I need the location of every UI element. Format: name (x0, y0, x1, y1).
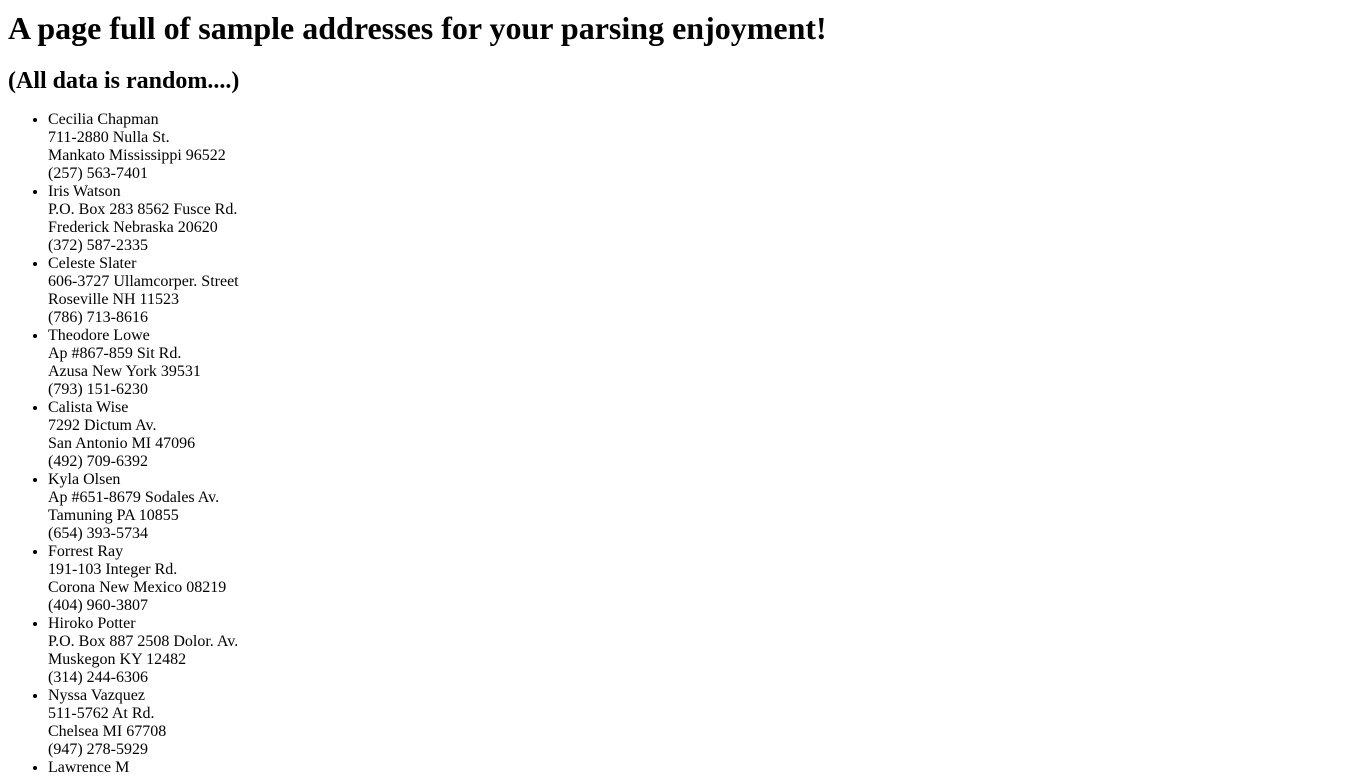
address-city-line: Tamuning PA 10855 (48, 507, 179, 524)
address-phone: (786) 713-8616 (48, 309, 148, 326)
address-phone: (654) 393-5734 (48, 525, 148, 542)
address-list: Cecilia Chapman 711-2880 Nulla St. Manka… (8, 111, 1358, 777)
address-item: Lawrence M (48, 759, 1358, 777)
address-phone: (314) 244-6306 (48, 669, 148, 686)
address-item: Kyla Olsen Ap #651-8679 Sodales Av. Tamu… (48, 471, 1358, 543)
address-street: P.O. Box 283 8562 Fusce Rd. (48, 201, 238, 218)
address-phone: (947) 278-5929 (48, 741, 148, 758)
address-street: Ap #867-859 Sit Rd. (48, 345, 182, 362)
address-city-line: Corona New Mexico 08219 (48, 579, 227, 596)
page-subtitle: (All data is random....) (8, 68, 240, 94)
address-item: Hiroko Potter P.O. Box 887 2508 Dolor. A… (48, 615, 1358, 687)
page-title: A page full of sample addresses for your… (8, 10, 827, 46)
address-street: 606-3727 Ullamcorper. Street (48, 273, 239, 290)
address-name: Theodore Lowe (48, 327, 150, 344)
address-street: 191-103 Integer Rd. (48, 561, 178, 578)
address-city-line: Muskegon KY 12482 (48, 651, 187, 668)
address-name: Celeste Slater (48, 255, 137, 272)
address-street: 7292 Dictum Av. (48, 417, 157, 434)
address-item: Nyssa Vazquez 511-5762 At Rd. Chelsea MI… (48, 687, 1358, 759)
address-city-line: Chelsea MI 67708 (48, 723, 167, 740)
address-street: 711-2880 Nulla St. (48, 129, 170, 146)
address-street: Ap #651-8679 Sodales Av. (48, 489, 220, 506)
address-phone: (404) 960-3807 (48, 597, 148, 614)
address-street: P.O. Box 887 2508 Dolor. Av. (48, 633, 239, 650)
address-phone: (257) 563-7401 (48, 165, 148, 182)
address-name: Forrest Ray (48, 543, 124, 560)
address-name: Iris Watson (48, 183, 121, 200)
address-name: Nyssa Vazquez (48, 687, 146, 704)
address-name: Calista Wise (48, 399, 129, 416)
page: A page full of sample addresses for your… (0, 8, 1366, 777)
address-phone: (372) 587-2335 (48, 237, 148, 254)
address-city-line: Roseville NH 11523 (48, 291, 179, 308)
address-city-line: San Antonio MI 47096 (48, 435, 196, 452)
address-item: Iris Watson P.O. Box 283 8562 Fusce Rd. … (48, 183, 1358, 255)
address-city-line: Frederick Nebraska 20620 (48, 219, 218, 236)
address-name: Kyla Olsen (48, 471, 121, 488)
address-street: 511-5762 At Rd. (48, 705, 155, 722)
address-item: Celeste Slater 606-3727 Ullamcorper. Str… (48, 255, 1358, 327)
address-name: Cecilia Chapman (48, 111, 159, 128)
address-phone: (793) 151-6230 (48, 381, 148, 398)
address-item: Theodore Lowe Ap #867-859 Sit Rd. Azusa … (48, 327, 1358, 399)
address-city-line: Azusa New York 39531 (48, 363, 201, 380)
address-city-line: Mankato Mississippi 96522 (48, 147, 226, 164)
address-item: Cecilia Chapman 711-2880 Nulla St. Manka… (48, 111, 1358, 183)
address-name: Lawrence M (48, 759, 130, 776)
address-name: Hiroko Potter (48, 615, 136, 632)
address-item: Forrest Ray 191-103 Integer Rd. Corona N… (48, 543, 1358, 615)
address-item: Calista Wise 7292 Dictum Av. San Antonio… (48, 399, 1358, 471)
address-phone: (492) 709-6392 (48, 453, 148, 470)
